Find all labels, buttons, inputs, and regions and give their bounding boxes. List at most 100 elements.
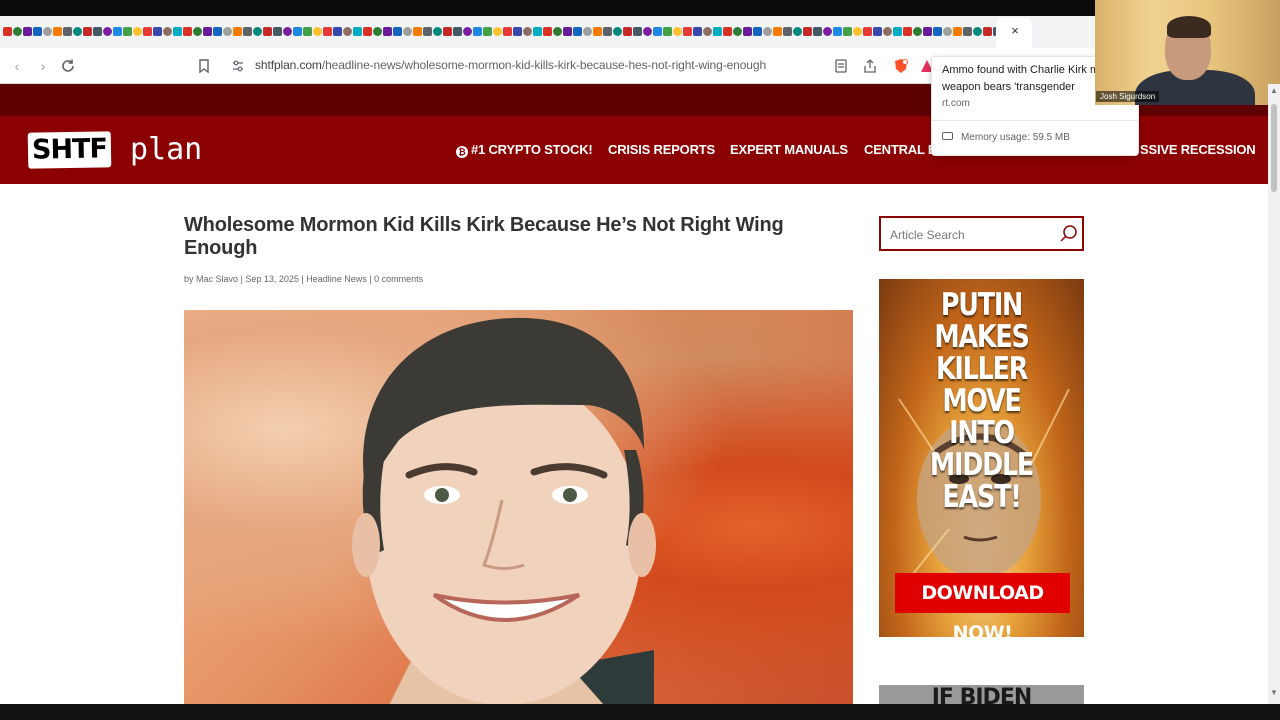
tab-favicon[interactable] (132, 27, 142, 36)
tab-favicon[interactable] (782, 27, 792, 36)
tab-favicon[interactable] (302, 27, 312, 36)
tab-favicon[interactable] (492, 27, 502, 36)
tab-favicon[interactable] (772, 27, 782, 36)
tab-favicon[interactable] (282, 27, 292, 36)
tab-favicon[interactable] (372, 27, 382, 36)
tab-favicon[interactable] (622, 27, 632, 36)
tab-favicon[interactable] (202, 27, 212, 36)
tab-favicon[interactable] (512, 27, 522, 36)
tab-favicon[interactable] (322, 27, 332, 36)
tab-favicon[interactable] (552, 27, 562, 36)
tab-favicon[interactable] (822, 27, 832, 36)
tab-favicon[interactable] (952, 27, 962, 36)
tab-favicon[interactable] (272, 27, 282, 36)
tab-favicon[interactable] (692, 27, 702, 36)
tab-favicon[interactable] (432, 27, 442, 36)
tab-favicon[interactable] (112, 27, 122, 36)
scroll-up-icon[interactable]: ▲ (1270, 86, 1278, 95)
reload-icon[interactable] (59, 57, 77, 75)
tab-favicon[interactable] (12, 27, 22, 36)
tab-favicon[interactable] (42, 27, 52, 36)
tab-favicon[interactable] (92, 27, 102, 36)
tab-favicon[interactable] (32, 27, 42, 36)
tab-favicon[interactable] (172, 27, 182, 36)
tab-favicon[interactable] (362, 27, 372, 36)
tab-favicon[interactable] (522, 27, 532, 36)
share-icon[interactable] (861, 57, 879, 75)
tab-favicon[interactable] (932, 27, 942, 36)
tab-favicon[interactable] (152, 27, 162, 36)
tab-favicon[interactable] (22, 27, 32, 36)
url-text[interactable]: shtfplan.com/headline-news/wholesome-mor… (255, 58, 766, 72)
tab-favicon[interactable] (332, 27, 342, 36)
nav-crypto-stock[interactable]: ₿ #1 CRYPTO STOCK! (456, 142, 593, 158)
tab-favicon[interactable] (292, 27, 302, 36)
tab-favicon[interactable] (232, 27, 242, 36)
tab-favicon[interactable] (902, 27, 912, 36)
tab-favicon[interactable] (472, 27, 482, 36)
nav-central-banks[interactable]: CENTRAL B (864, 142, 937, 157)
tab-favicon[interactable] (672, 27, 682, 36)
tab-favicon[interactable] (882, 27, 892, 36)
page-scrollbar[interactable]: ▲ ▼ (1268, 84, 1280, 704)
scroll-thumb[interactable] (1271, 104, 1277, 192)
tab-favicon[interactable] (422, 27, 432, 36)
tab-favicon[interactable] (982, 27, 992, 36)
site-settings-icon[interactable] (230, 58, 246, 74)
tab-favicon[interactable] (182, 27, 192, 36)
tab-favicon[interactable] (582, 27, 592, 36)
tab-favicon[interactable] (392, 27, 402, 36)
article-search[interactable]: Article Search (879, 216, 1084, 251)
tab-favicon[interactable] (792, 27, 802, 36)
tab-favicon[interactable] (242, 27, 252, 36)
tab-favicon[interactable] (652, 27, 662, 36)
tab-favicon[interactable] (482, 27, 492, 36)
tab-favicon[interactable] (382, 27, 392, 36)
brave-shields-icon[interactable] (892, 57, 910, 75)
tab-favicon[interactable] (892, 27, 902, 36)
nav-crisis-reports[interactable]: CRISIS REPORTS (608, 142, 715, 157)
tab-favicon[interactable] (972, 27, 982, 36)
tab-favicon[interactable] (942, 27, 952, 36)
tab-favicon[interactable] (712, 27, 722, 36)
tab-favicon[interactable] (612, 27, 622, 36)
tab-favicon[interactable] (52, 27, 62, 36)
tab-favicon[interactable] (252, 27, 262, 36)
site-logo[interactable]: SHTF plan (27, 130, 218, 170)
tab-favicon[interactable] (592, 27, 602, 36)
tab-favicon[interactable] (402, 27, 412, 36)
tab-favicon[interactable] (762, 27, 772, 36)
tab-favicon[interactable] (842, 27, 852, 36)
close-tab-icon[interactable]: × (1008, 24, 1022, 38)
tab-favicon[interactable] (862, 27, 872, 36)
tab-favicon[interactable] (442, 27, 452, 36)
tab-favicon[interactable] (722, 27, 732, 36)
tab-favicon[interactable] (192, 27, 202, 36)
address-bar[interactable]: shtfplan.com/headline-news/wholesome-mor… (222, 53, 922, 79)
tab-favicon[interactable] (562, 27, 572, 36)
sidebar-ad-putin[interactable]: PUTIN MAKES KILLER MOVE INTO MIDDLE EAST… (879, 279, 1084, 637)
tab-favicon[interactable] (162, 27, 172, 36)
tab-favicon[interactable] (662, 27, 672, 36)
tab-favicon[interactable] (412, 27, 422, 36)
tab-favicon[interactable] (802, 27, 812, 36)
tab-favicon[interactable] (212, 27, 222, 36)
tab-favicon[interactable] (2, 27, 12, 36)
tab-favicon[interactable] (682, 27, 692, 36)
reader-mode-icon[interactable] (832, 57, 850, 75)
tab-favicon[interactable] (542, 27, 552, 36)
tab-favicon[interactable] (812, 27, 822, 36)
back-icon[interactable]: ‹ (8, 57, 26, 75)
download-now-button[interactable]: DOWNLOAD NOW! (895, 573, 1070, 637)
tab-favicon[interactable] (922, 27, 932, 36)
bookmark-icon[interactable] (195, 57, 213, 75)
tab-favicon[interactable] (452, 27, 462, 36)
tab-favicon[interactable] (872, 27, 882, 36)
tab-favicon[interactable] (912, 27, 922, 36)
tab-favicon[interactable] (72, 27, 82, 36)
tab-favicon[interactable] (532, 27, 542, 36)
tab-favicon[interactable] (852, 27, 862, 36)
tab-favicon[interactable] (462, 27, 472, 36)
tab-favicon[interactable] (742, 27, 752, 36)
nav-massive-recession[interactable]: SSIVE RECESSION (1140, 142, 1256, 157)
